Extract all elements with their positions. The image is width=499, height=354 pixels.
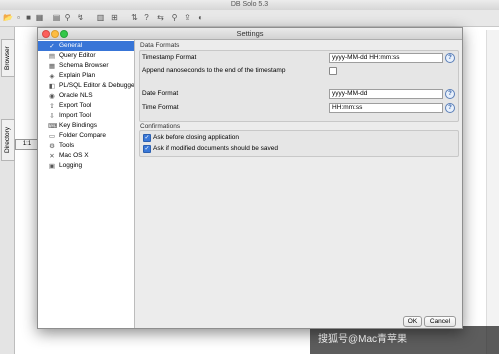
- mac-icon: ✕: [49, 153, 55, 160]
- save-icon[interactable]: ▫: [14, 13, 23, 22]
- query-icon[interactable]: ?: [142, 13, 151, 22]
- export-toolbar-icon[interactable]: ⇪: [183, 13, 192, 22]
- ask-save-checkbox[interactable]: ✓: [143, 145, 151, 153]
- nav-item-oracle-nls[interactable]: ◉ Oracle NLS: [38, 91, 134, 101]
- nav-item-explain-plan[interactable]: ◈ Explain Plan: [38, 71, 134, 81]
- export-icon: ⇪: [49, 103, 55, 110]
- open-icon[interactable]: 📂: [3, 13, 13, 22]
- maximize-icon[interactable]: [60, 30, 68, 38]
- ok-button[interactable]: OK: [403, 316, 422, 327]
- nav-item-label: General: [59, 42, 83, 49]
- timestamp-format-input[interactable]: yyyy-MM-dd HH:mm:ss: [329, 53, 443, 63]
- app-title: DB Solo 5.3: [230, 1, 269, 8]
- watermark: 搜狐号@Mac青苹果: [310, 326, 499, 354]
- plan-icon: ◈: [49, 73, 55, 80]
- connect-icon[interactable]: ⇅: [130, 13, 139, 22]
- background-scrollbar[interactable]: [486, 30, 499, 354]
- timestamp-format-label: Timestamp Format: [142, 54, 197, 61]
- ask-close-checkbox[interactable]: ✓: [143, 134, 151, 142]
- zoom-indicator: 1:1: [15, 139, 39, 150]
- ask-save-label: Ask if modified documents should be save…: [153, 145, 279, 152]
- date-help-icon[interactable]: ?: [445, 89, 455, 99]
- nav-item-label: Key Bindings: [59, 122, 97, 129]
- nav-item-mac-os-x[interactable]: ✕ Mac OS X: [38, 151, 134, 161]
- nanoseconds-label: Append nanoseconds to the end of the tim…: [142, 67, 286, 74]
- nav-item-logging[interactable]: ▣ Logging: [38, 161, 134, 171]
- nav-item-label: Mac OS X: [59, 152, 89, 159]
- help-icon[interactable]: ◐: [196, 13, 205, 22]
- nav-item-folder-compare[interactable]: ▭ Folder Compare: [38, 131, 134, 141]
- close-icon[interactable]: [42, 30, 50, 38]
- nav-item-label: Oracle NLS: [59, 92, 93, 99]
- settings-pane: Data Formats Timestamp Format yyyy-MM-dd…: [135, 40, 462, 328]
- stop-icon[interactable]: ■: [24, 13, 33, 22]
- db-icon[interactable]: ▥: [96, 13, 105, 22]
- nav-item-key-bindings[interactable]: ⌨ Key Bindings: [38, 121, 134, 131]
- schema-icon: ▦: [48, 63, 56, 70]
- nav-item-tools[interactable]: ⚙ Tools: [38, 141, 134, 151]
- folder-icon: ▭: [48, 133, 56, 140]
- nav-item-label: Explain Plan: [59, 72, 96, 79]
- dialog-title: Settings: [236, 29, 264, 38]
- time-format-input[interactable]: HH:mm:ss: [329, 103, 443, 113]
- check-icon: ✓: [49, 43, 55, 50]
- nav-item-import-tool[interactable]: ⇩ Import Tool: [38, 111, 134, 121]
- settings-nav: ✓ General ▤ Query Editor ▦ Schema Browser ◈ Exp…: [38, 40, 135, 328]
- side-rail: Browser Directory: [0, 27, 15, 354]
- rail-tab-browser[interactable]: Browser: [1, 39, 15, 77]
- nav-item-label: PL/SQL Editor & Debugger: [59, 82, 134, 89]
- run-icon[interactable]: ↯: [76, 13, 85, 22]
- data-formats-title: Data Formats: [140, 42, 180, 49]
- nav-item-label: Query Editor: [59, 52, 96, 59]
- log-icon: ▣: [48, 163, 56, 170]
- plsql-icon: ◧: [48, 83, 56, 90]
- layout-icon[interactable]: ⊞: [110, 13, 119, 22]
- dialog-titlebar: Settings: [38, 28, 462, 40]
- timestamp-help-icon[interactable]: ?: [445, 53, 455, 63]
- table-icon[interactable]: ▤: [52, 13, 61, 22]
- data-formats-group: Timestamp Format yyyy-MM-dd HH:mm:ss ? A…: [139, 50, 459, 122]
- nav-item-label: Export Tool: [59, 102, 92, 109]
- compare-icon[interactable]: ⇆: [156, 13, 165, 22]
- nav-item-export-tool[interactable]: ⇪ Export Tool: [38, 101, 134, 111]
- confirmations-group: ✓ Ask before closing application ✓ Ask i…: [139, 130, 459, 157]
- import-icon: ⇩: [49, 113, 55, 120]
- search-icon[interactable]: ⚲: [170, 13, 179, 22]
- grid-icon[interactable]: ▦: [35, 13, 44, 22]
- minimize-icon[interactable]: [51, 30, 59, 38]
- confirmations-title: Confirmations: [140, 123, 181, 130]
- tools-icon: ⚙: [49, 143, 55, 150]
- app-toolbar: 📂 ▫ ■ ▦ ▤ ⚲ ↯ ▥ ⊞ ⇅ ? ⇆ ⚲ ⇪ ◐: [0, 10, 499, 27]
- keyboard-icon: ⌨: [48, 123, 58, 130]
- nav-item-general[interactable]: ✓ General: [38, 41, 134, 51]
- date-format-label: Date Format: [142, 90, 179, 97]
- nav-item-label: Tools: [59, 142, 75, 149]
- date-format-input[interactable]: yyyy-MM-dd: [329, 89, 443, 99]
- time-help-icon[interactable]: ?: [445, 103, 455, 113]
- nav-item-pl-sql-editor-debugger[interactable]: ◧ PL/SQL Editor & Debugger: [38, 81, 134, 91]
- rail-tab-directory[interactable]: Directory: [1, 119, 15, 161]
- ask-close-label: Ask before closing application: [153, 134, 239, 141]
- nav-item-label: Schema Browser: [59, 62, 109, 69]
- nav-item-query-editor[interactable]: ▤ Query Editor: [38, 51, 134, 61]
- settings-dialog: Settings ✓ General ▤ Query Editor ▦ Schema Br…: [37, 27, 463, 329]
- cancel-button[interactable]: Cancel: [424, 316, 456, 327]
- nanoseconds-checkbox[interactable]: [329, 67, 337, 75]
- nav-item-label: Import Tool: [59, 112, 92, 119]
- link-icon[interactable]: ⚲: [63, 13, 72, 22]
- time-format-label: Time Format: [142, 104, 179, 111]
- nav-item-label: Folder Compare: [59, 132, 106, 139]
- editor-icon: ▤: [48, 53, 56, 60]
- nav-item-schema-browser[interactable]: ▦ Schema Browser: [38, 61, 134, 71]
- oracle-icon: ◉: [49, 93, 55, 100]
- nav-item-label: Logging: [59, 162, 83, 169]
